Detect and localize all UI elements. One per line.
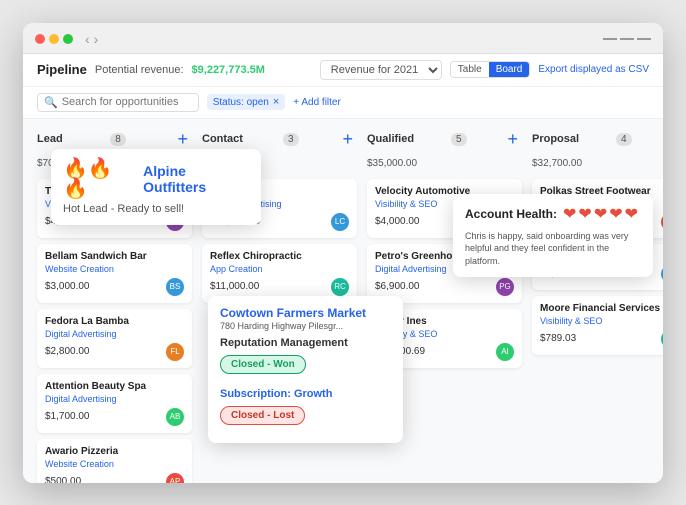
col-header-lead: Lead 8 + xyxy=(37,129,192,150)
avatar: FL xyxy=(166,343,184,361)
closed-won-badge: Closed - Won xyxy=(220,355,306,374)
nav-back[interactable]: ‹ xyxy=(85,31,90,47)
avatar: LC xyxy=(331,213,349,231)
cowtown-popup[interactable]: Cowtown Farmers Market 780 Harding Highw… xyxy=(208,296,403,443)
top-bar: Pipeline Potential revenue: $9,227,773.5… xyxy=(23,54,663,87)
col-title-contact: Contact xyxy=(202,133,243,145)
avatar: AI xyxy=(496,343,514,361)
filter-tag-close-icon[interactable]: × xyxy=(273,96,279,108)
dot-red[interactable] xyxy=(35,34,45,44)
cowtown-address: 780 Harding Highway Pilesgr... xyxy=(220,321,391,331)
avatar: AP xyxy=(166,473,184,483)
revenue-year-select[interactable]: Revenue for 2021 xyxy=(320,60,442,80)
hearts-row: ❤ ❤ ❤ ❤ ❤ xyxy=(563,204,638,224)
col-amount-qualified: $35,000.00 xyxy=(367,158,522,169)
col-amount-proposal: $32,700.00 xyxy=(532,158,663,169)
avatar: PG xyxy=(496,278,514,296)
browser-dots xyxy=(35,34,73,44)
heart-1: ❤ xyxy=(563,204,576,224)
card-reflex[interactable]: Reflex Chiropractic App Creation $11,000… xyxy=(202,244,357,303)
dot-green[interactable] xyxy=(63,34,73,44)
search-icon: 🔍 xyxy=(44,96,58,109)
card-pizzeria[interactable]: Awario Pizzeria Website Creation $500.00… xyxy=(37,439,192,483)
avatar: BS xyxy=(166,278,184,296)
card-beauty-spa[interactable]: Attention Beauty Spa Digital Advertising… xyxy=(37,374,192,433)
avatar: PF xyxy=(661,213,663,231)
avatar: RC xyxy=(331,278,349,296)
col-header-qualified: Qualified 5 + xyxy=(367,129,522,150)
dot-yellow[interactable] xyxy=(49,34,59,44)
filter-tag-label: Status: open xyxy=(213,97,269,108)
browser-chrome: ‹ › xyxy=(23,23,663,54)
fire-icon: 🔥🔥🔥 xyxy=(63,159,135,199)
browser-menu[interactable] xyxy=(603,38,651,40)
col-title-lead: Lead xyxy=(37,133,63,145)
main-content: Pipeline Potential revenue: $9,227,773.5… xyxy=(23,54,663,483)
health-text: Chris is happy, said onboarding was very… xyxy=(465,230,641,268)
add-filter-btn[interactable]: + Add filter xyxy=(293,97,341,108)
heart-2: ❤ xyxy=(578,204,591,224)
potential-revenue-label: Potential revenue: xyxy=(95,64,184,76)
avatar: DA xyxy=(661,265,663,283)
view-toggle: Table Board xyxy=(450,61,531,78)
col-header-proposal: Proposal 4 + xyxy=(532,129,663,150)
export-csv-btn[interactable]: Export displayed as CSV xyxy=(538,64,649,75)
status-filter-tag[interactable]: Status: open × xyxy=(207,94,286,110)
closed-lost-badge: Closed - Lost xyxy=(220,406,305,425)
heart-4: ❤ xyxy=(609,204,622,224)
potential-revenue-value: $9,227,773.5M xyxy=(192,64,265,76)
card-labamba[interactable]: Fedora La Bamba Digital Advertising $2,8… xyxy=(37,309,192,368)
avatar: AB xyxy=(166,408,184,426)
col-add-lead[interactable]: + xyxy=(173,129,192,150)
col-count-proposal: 4 xyxy=(616,133,632,146)
heart-5: ❤ xyxy=(625,204,638,224)
alpine-popup[interactable]: 🔥🔥🔥 Alpine Outfitters Hot Lead - Ready t… xyxy=(51,149,261,225)
alpine-subtitle: Hot Lead - Ready to sell! xyxy=(63,203,249,215)
pipeline-title: Pipeline xyxy=(37,62,87,77)
cowtown-title: Cowtown Farmers Market xyxy=(220,306,391,320)
browser-nav: ‹ › xyxy=(85,31,98,47)
cowtown-service2: Subscription: Growth xyxy=(220,388,391,400)
col-title-proposal: Proposal xyxy=(532,133,579,145)
cowtown-service1: Reputation Management xyxy=(220,337,391,349)
col-count-lead: 8 xyxy=(110,133,126,146)
health-title: Account Health: xyxy=(465,207,557,221)
col-count-qualified: 5 xyxy=(451,133,467,146)
col-header-contact: Contact 3 + xyxy=(202,129,357,150)
search-box[interactable]: 🔍 xyxy=(37,93,199,112)
top-bar-right: Revenue for 2021 Table Board Export disp… xyxy=(320,60,649,80)
health-popup[interactable]: Account Health: ❤ ❤ ❤ ❤ ❤ Chris is happy… xyxy=(453,194,653,278)
table-view-btn[interactable]: Table xyxy=(451,62,489,77)
heart-3: ❤ xyxy=(594,204,607,224)
col-add-contact[interactable]: + xyxy=(338,129,357,150)
nav-forward[interactable]: › xyxy=(94,31,99,47)
filter-bar: 🔍 Status: open × + Add filter xyxy=(23,87,663,119)
card-sandwich[interactable]: Bellam Sandwich Bar Website Creation $3,… xyxy=(37,244,192,303)
col-count-contact: 3 xyxy=(283,133,299,146)
card-moore[interactable]: Moore Financial Services Visibility & SE… xyxy=(532,296,663,355)
search-input[interactable] xyxy=(62,96,192,108)
alpine-name: Alpine Outfitters xyxy=(143,163,249,195)
col-add-qualified[interactable]: + xyxy=(503,129,522,150)
health-header: Account Health: ❤ ❤ ❤ ❤ ❤ xyxy=(465,204,641,224)
avatar: MF xyxy=(661,330,663,348)
kanban-col-proposal: Proposal 4 + $32,700.00 Polkas Street Fo… xyxy=(532,129,663,473)
board-view-btn[interactable]: Board xyxy=(489,62,530,77)
alpine-header: 🔥🔥🔥 Alpine Outfitters xyxy=(63,159,249,199)
col-title-qualified: Qualified xyxy=(367,133,414,145)
